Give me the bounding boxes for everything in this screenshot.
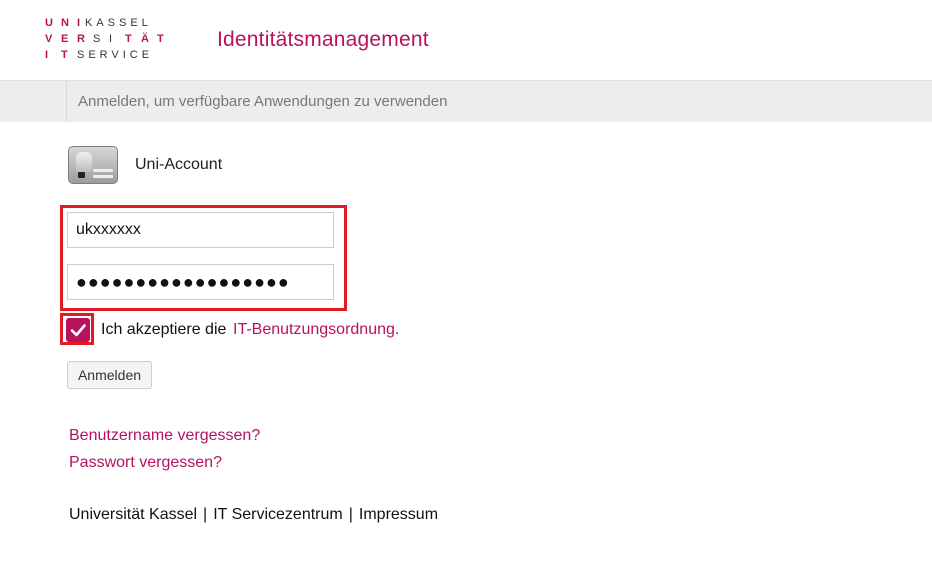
footer-link-impressum[interactable]: Impressum — [359, 506, 438, 523]
checkmark-icon — [70, 324, 86, 337]
logo-letter: Ä — [141, 33, 149, 45]
accept-terms-label: Ich akzeptiere die — [101, 321, 227, 338]
logo-letter: R — [77, 33, 85, 45]
footer-link-it-service[interactable]: IT Servicezentrum — [213, 506, 343, 523]
logo-letter: T — [125, 33, 132, 45]
logo-letter: N — [61, 17, 69, 29]
logo-letter: I — [77, 17, 81, 29]
banner-text: Anmelden, um verfügbare Anwendungen zu v… — [78, 93, 448, 110]
logo-letter: I — [109, 33, 113, 45]
footer-link-university[interactable]: Universität Kassel — [69, 506, 197, 523]
info-banner: Anmelden, um verfügbare Anwendungen zu v… — [0, 80, 932, 122]
accept-terms-checkbox[interactable] — [66, 318, 90, 342]
footer-separator: | — [348, 506, 353, 523]
header: U N I KASSEL V E R S I T Ä T I T SERVICE… — [0, 0, 932, 80]
logo-letter: S — [93, 33, 101, 45]
app-title: Identitätsmanagement — [217, 28, 429, 51]
forgot-username-link[interactable]: Benutzername vergessen? — [69, 427, 260, 445]
logo-letter: U — [45, 17, 53, 29]
logo-word: SERVICE — [77, 49, 154, 61]
terms-of-use-link[interactable]: IT-Benutzungsordnung. — [233, 321, 399, 339]
footer-separator: | — [203, 506, 208, 523]
id-card-icon — [68, 146, 118, 184]
password-input[interactable]: ●●●●●●●●●●●●●●●●●● — [67, 264, 334, 300]
logo-letter: I — [45, 49, 49, 61]
forgot-password-link[interactable]: Passwort vergessen? — [69, 454, 222, 472]
logo-letter: V — [45, 33, 53, 45]
login-button[interactable]: Anmelden — [67, 361, 152, 389]
logo-word: KASSEL — [85, 17, 152, 29]
logo-letter: T — [157, 33, 164, 45]
footer: Universität Kassel | IT Servicezentrum | Imp… — [69, 506, 438, 524]
logo-letter: E — [61, 33, 69, 45]
account-title: Uni-Account — [135, 156, 223, 173]
username-input[interactable]: ukxxxxxx — [67, 212, 334, 248]
uni-kassel-logo[interactable]: U N I KASSEL V E R S I T Ä T I T SERVICE — [45, 17, 175, 65]
logo-letter: T — [61, 49, 68, 61]
lock-icon — [78, 172, 85, 178]
